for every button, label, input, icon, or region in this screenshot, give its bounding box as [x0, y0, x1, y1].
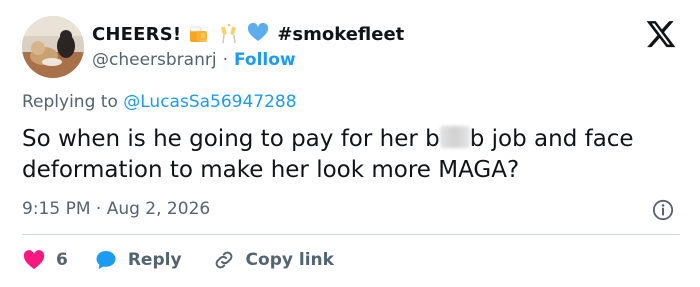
info-icon[interactable]	[652, 199, 674, 221]
divider	[22, 234, 680, 235]
replying-to-label: Replying to	[22, 92, 118, 112]
avatar-photo	[22, 16, 84, 78]
tweet-timestamp[interactable]: 9:15 PM · Aug 2, 2026	[22, 199, 210, 219]
reply-label: Reply	[127, 250, 182, 270]
author-handle[interactable]: @cheersbranrj	[92, 50, 217, 70]
reply-mention-link[interactable]: @LucasSa56947288	[123, 92, 296, 112]
follow-button[interactable]: Follow	[234, 50, 296, 70]
author-name-row: CHEERS! #smokefleet	[92, 22, 404, 46]
champagne-glasses-emoji	[217, 23, 241, 45]
author-hashtag: #smokefleet	[277, 23, 405, 45]
author-handle-row: @cheersbranrj · Follow	[92, 48, 296, 72]
beer-mugs-emoji	[187, 23, 211, 45]
x-logo-icon[interactable]	[645, 18, 677, 50]
reply-button[interactable]: Reply	[94, 248, 182, 272]
tweet-text-part1: So when is he going to pay for her b	[22, 126, 440, 152]
tweet-text: So when is he going to pay for her bb jo…	[22, 124, 682, 186]
avatar[interactable]	[22, 16, 84, 78]
action-bar: 6 Reply Copy link	[22, 247, 334, 273]
author-name[interactable]: CHEERS!	[92, 24, 181, 45]
separator-dot: ·	[222, 50, 228, 70]
speech-bubble-icon	[94, 248, 118, 272]
like-button[interactable]: 6	[22, 248, 68, 272]
like-count: 6	[56, 250, 68, 270]
link-icon	[212, 248, 236, 272]
reply-context: Replying to @LucasSa56947288	[22, 92, 297, 112]
heart-icon	[22, 248, 46, 272]
copy-link-label: Copy link	[245, 250, 334, 270]
blue-heart-emoji	[247, 22, 271, 45]
copy-link-button[interactable]: Copy link	[212, 248, 334, 272]
blurred-word	[439, 126, 470, 148]
